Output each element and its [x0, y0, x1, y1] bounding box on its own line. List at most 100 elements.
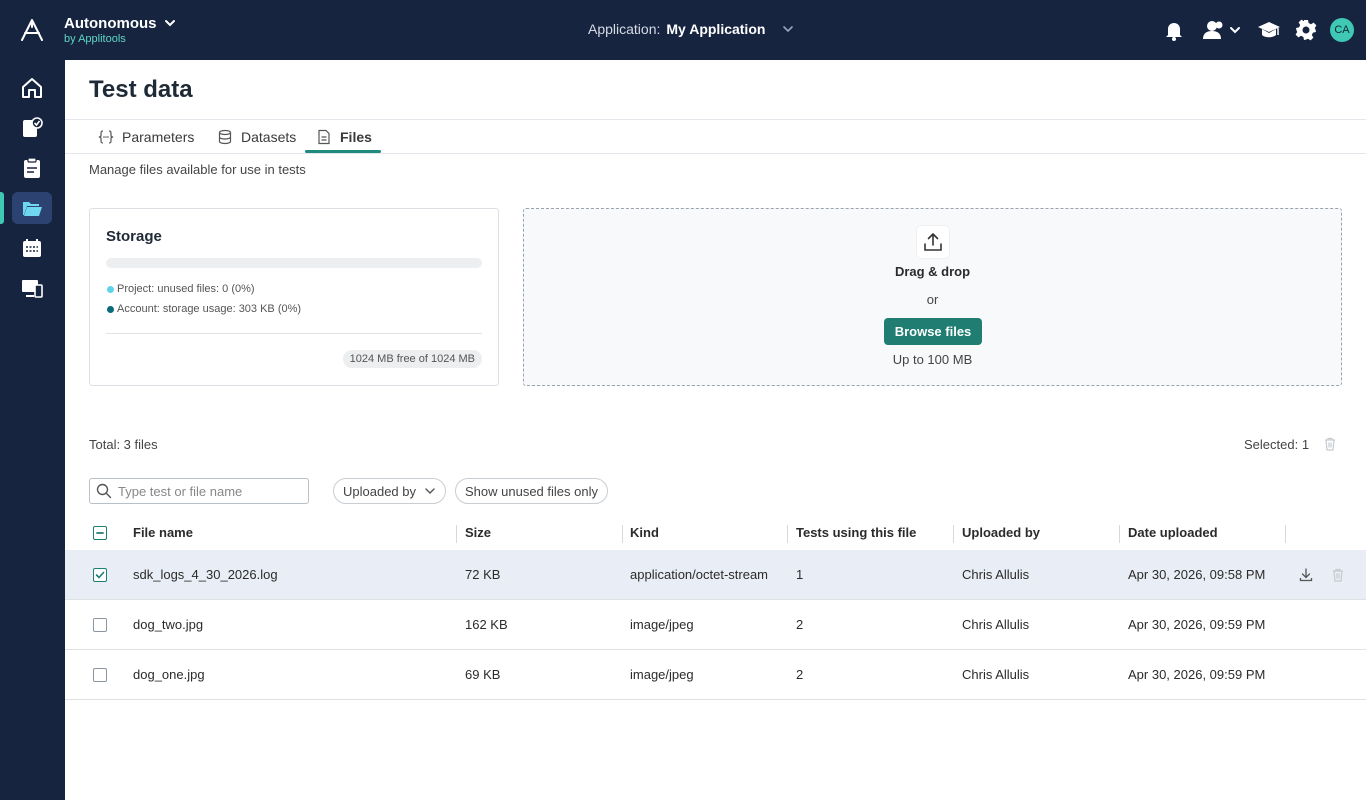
file-size-cell: 72 KB	[465, 567, 501, 582]
clipboard-icon	[24, 157, 40, 178]
storage-divider	[106, 333, 482, 334]
page-title: Test data	[89, 76, 193, 103]
date-uploaded-cell: Apr 30, 2026, 09:59 PM	[1128, 667, 1266, 682]
tab-parameters[interactable]: Parameters	[98, 120, 194, 154]
sidebar-item-schedules[interactable]	[12, 232, 52, 264]
column-header-tests-using[interactable]: Tests using this file	[796, 525, 916, 540]
column-divider	[622, 525, 623, 543]
files-selected-count: Selected: 1	[1244, 437, 1310, 452]
gear-icon[interactable]	[1294, 18, 1318, 42]
brand-subtitle: by Applitools	[64, 33, 126, 45]
chevron-down-icon	[783, 26, 794, 33]
trash-icon[interactable]	[1322, 436, 1338, 452]
file-kind-cell: image/jpeg	[630, 617, 694, 632]
brand[interactable]: Autonomous by Applitools	[64, 15, 156, 46]
search-input[interactable]	[118, 483, 298, 499]
application-name: My Application	[666, 21, 766, 37]
storage-usage-bar	[106, 258, 482, 268]
files-table-header: File name Size Kind Tests using this fil…	[65, 517, 1366, 550]
project-legend-dot	[107, 285, 114, 293]
show-unused-files-toggle[interactable]: Show unused files only	[455, 478, 608, 504]
file-name-cell: dog_one.jpg	[133, 667, 205, 682]
column-header-size[interactable]: Size	[465, 525, 491, 540]
file-kind-cell: application/octet-stream	[630, 567, 769, 582]
trash-icon[interactable]	[1330, 567, 1346, 583]
date-uploaded-cell: Apr 30, 2026, 09:58 PM	[1128, 567, 1266, 582]
column-header-uploaded-by[interactable]: Uploaded by	[962, 525, 1040, 540]
row-checkbox[interactable]	[93, 618, 107, 632]
sidebar	[0, 60, 65, 800]
user-avatar[interactable]: CA	[1330, 18, 1354, 42]
tests-using-cell[interactable]: 1	[796, 567, 803, 582]
sidebar-item-environments[interactable]	[12, 272, 52, 304]
tests-using-cell[interactable]: 2	[796, 617, 803, 632]
download-icon[interactable]	[1298, 567, 1314, 583]
braces-icon	[98, 130, 114, 144]
column-header-kind[interactable]: Kind	[630, 525, 659, 540]
checkmark-icon	[95, 571, 105, 579]
graduation-cap-icon[interactable]	[1257, 18, 1281, 42]
column-divider	[953, 525, 954, 543]
indeterminate-icon	[96, 532, 104, 534]
top-bar: Autonomous by Applitools Application: My…	[0, 0, 1366, 60]
sidebar-item-tests[interactable]	[12, 112, 52, 144]
file-name-cell: sdk_logs_4_30_2026.log	[133, 567, 278, 582]
storage-title: Storage	[106, 228, 162, 245]
column-header-file-name[interactable]: File name	[133, 525, 193, 540]
date-uploaded-cell: Apr 30, 2026, 09:59 PM	[1128, 617, 1266, 632]
tab-files[interactable]: Files	[316, 120, 372, 154]
column-divider	[1119, 525, 1120, 543]
search-field[interactable]	[89, 478, 309, 504]
project-legend-label: Project: unused files: 0 (0%)	[117, 283, 255, 295]
file-icon	[318, 129, 330, 145]
tab-parameters-label: Parameters	[122, 129, 195, 145]
storage-card: Storage Project: unused files: 0 (0%) Ac…	[89, 208, 499, 386]
table-row[interactable]: sdk_logs_4_30_2026.log 72 KB application…	[65, 550, 1366, 600]
team-users-icon[interactable]	[1200, 18, 1244, 42]
column-header-date-uploaded[interactable]: Date uploaded	[1128, 525, 1218, 540]
tab-files-label: Files	[340, 129, 372, 145]
file-dropzone[interactable]: Drag & drop or Browse files Up to 100 MB	[523, 208, 1342, 386]
table-row[interactable]: dog_one.jpg 69 KB image/jpeg 2 Chris All…	[65, 650, 1366, 700]
uploaded-by-cell: Chris Allulis	[962, 667, 1030, 682]
test-check-icon	[23, 117, 43, 137]
sidebar-item-home[interactable]	[12, 72, 52, 104]
select-all-checkbox[interactable]	[93, 526, 107, 540]
uploaded-by-filter[interactable]: Uploaded by	[333, 478, 446, 504]
home-icon	[22, 78, 42, 98]
chevron-down-icon	[425, 488, 435, 494]
tab-datasets[interactable]: Datasets	[217, 120, 296, 154]
upload-icon	[917, 226, 949, 258]
applitools-logo-icon[interactable]	[20, 19, 44, 41]
row-checkbox[interactable]	[93, 668, 107, 682]
browse-files-button[interactable]: Browse files	[884, 318, 982, 345]
column-divider	[456, 525, 457, 543]
devices-icon	[22, 280, 43, 298]
account-legend-dot	[107, 305, 114, 313]
table-row[interactable]: dog_two.jpg 162 KB image/jpeg 2 Chris Al…	[65, 600, 1366, 650]
uploaded-by-cell: Chris Allulis	[962, 617, 1030, 632]
account-legend-label: Account: storage usage: 303 KB (0%)	[117, 303, 302, 315]
column-divider	[1285, 525, 1286, 543]
search-icon	[96, 483, 112, 499]
sidebar-item-test-data[interactable]	[0, 192, 52, 224]
application-label: Application:	[588, 21, 661, 37]
column-divider	[787, 525, 788, 543]
page-subtitle: Manage files available for use in tests	[89, 162, 306, 177]
calendar-icon	[23, 239, 41, 257]
file-name-cell: dog_two.jpg	[133, 617, 204, 632]
file-size-cell: 69 KB	[465, 667, 501, 682]
row-checkbox[interactable]	[93, 568, 107, 582]
account-legend: Account: storage usage: 303 KB (0%)	[107, 303, 301, 315]
dropzone-title: Drag & drop	[894, 264, 971, 279]
sidebar-item-test-runs[interactable]	[12, 152, 52, 184]
show-unused-files-label: Show unused files only	[465, 483, 598, 499]
tests-using-cell[interactable]: 2	[796, 667, 803, 682]
chevron-down-icon[interactable]	[163, 16, 177, 30]
file-kind-cell: image/jpeg	[630, 667, 694, 682]
dropzone-size-limit: Up to 100 MB	[892, 352, 973, 367]
storage-free-badge: 1024 MB free of 1024 MB	[342, 350, 482, 368]
notifications-bell-icon[interactable]	[1162, 18, 1186, 42]
application-selector[interactable]: Application: My Application	[588, 21, 795, 37]
database-icon	[218, 129, 232, 145]
